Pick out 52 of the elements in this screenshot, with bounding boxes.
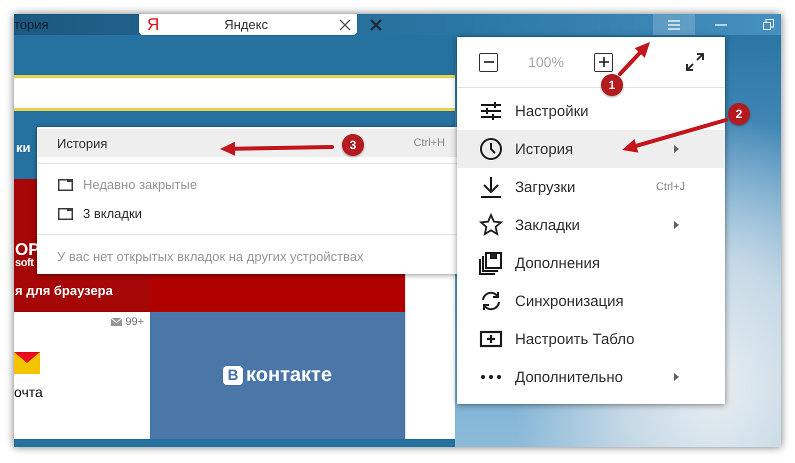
menu-item[interactable]: Синхронизация [457,282,725,320]
address-field[interactable] [14,75,455,111]
envelope-logo-icon [14,352,40,374]
download-icon [479,175,503,199]
menu-item[interactable]: История [457,130,725,168]
zoom-level: 100% [527,54,565,70]
zoom-in-button[interactable] [594,52,613,72]
minus-icon [484,61,494,63]
promo-text: soft [15,258,34,269]
mail-tile[interactable]: 99+ очта [14,312,150,439]
close-icon[interactable] [339,18,351,30]
vk-tile[interactable]: В контакте [150,312,405,439]
item-label: История [57,136,108,150]
tile-label: ки [16,140,30,154]
menu-item[interactable]: 3 вкладки [37,199,460,228]
tile-caption: я для браузера [15,283,114,298]
envelope-icon [111,318,122,326]
restore-icon[interactable] [763,19,774,30]
tab-title: Яндекс [223,17,269,32]
more-icon [481,375,501,379]
menu-button[interactable] [653,14,695,35]
menu-item[interactable]: Настроить Табло [457,320,725,358]
window-icon [58,208,73,220]
sync-icon [479,289,503,313]
menu-icon [668,20,680,30]
fullscreen-icon[interactable] [685,52,705,72]
annotation-arrow [618,42,650,76]
tile-caption: очта [14,384,44,400]
caret-icon [674,221,679,229]
info-text: У вас нет открытых вкладок на других устройствах [56,248,365,266]
window-icon [58,178,73,190]
logo: В [223,366,244,385]
shortcut: Ctrl+H [414,137,445,149]
logo: Я [147,14,160,34]
shortcut: Ctrl+J [656,181,685,193]
tab-title: тория [14,17,49,32]
unread-count: 99+ [125,316,144,328]
blank-tile[interactable] [405,312,455,439]
star-icon [479,213,503,237]
clock-icon [479,137,503,161]
browser-tab[interactable]: Я Яндекс [139,14,357,35]
plus-icon [598,57,608,67]
zoom-out-button[interactable] [479,52,498,72]
caret-icon [674,145,679,153]
menu-item[interactable]: Закладки [457,206,725,244]
sliders-icon [479,99,503,123]
caret-icon [674,373,679,381]
menu-item[interactable]: Загрузки Ctrl+J [457,168,725,206]
tile-title: контакте [246,364,332,387]
stacked-cards-icon [479,251,503,275]
menu-item[interactable]: Дополнительно [457,358,725,396]
menu-item[interactable]: Дополнения [457,244,725,282]
